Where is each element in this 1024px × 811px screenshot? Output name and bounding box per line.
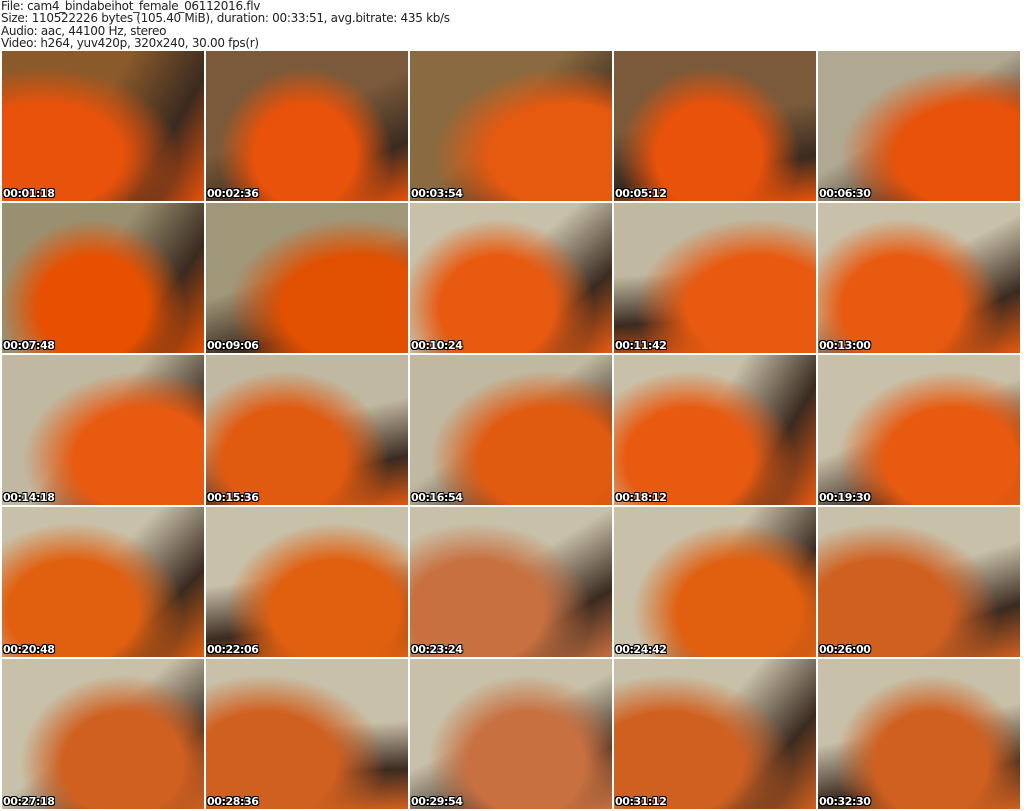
video-thumbnail[interactable]: 00:19:30 (818, 355, 1020, 505)
video-thumbnail[interactable]: 00:22:06 (206, 507, 408, 657)
video-thumbnail[interactable]: 00:07:48 (2, 203, 204, 353)
thumbnail-timestamp: 00:19:30 (819, 491, 871, 504)
thumbnail-timestamp: 00:32:30 (819, 795, 871, 808)
video-thumbnail[interactable]: 00:01:18 (2, 51, 204, 201)
video-thumbnail[interactable]: 00:13:00 (818, 203, 1020, 353)
thumbnail-timestamp: 00:11:42 (615, 339, 667, 352)
video-info: Video: h264, yuv420p, 320x240, 30.00 fps… (1, 35, 259, 50)
thumbnail-timestamp: 00:26:00 (819, 643, 871, 656)
thumbnail-timestamp: 00:10:24 (411, 339, 463, 352)
video-thumbnail[interactable]: 00:24:42 (614, 507, 816, 657)
video-thumbnail[interactable]: 00:14:18 (2, 355, 204, 505)
thumbnail-timestamp: 00:13:00 (819, 339, 871, 352)
video-thumbnail[interactable]: 00:06:30 (818, 51, 1020, 201)
video-thumbnail[interactable]: 00:29:54 (410, 659, 612, 809)
video-thumbnail[interactable]: 00:31:12 (614, 659, 816, 809)
video-thumbnail[interactable]: 00:26:00 (818, 507, 1020, 657)
video-thumbnail[interactable]: 00:11:42 (614, 203, 816, 353)
thumbnail-timestamp: 00:06:30 (819, 187, 871, 200)
video-thumbnail[interactable]: 00:03:54 (410, 51, 612, 201)
video-thumbnail[interactable]: 00:02:36 (206, 51, 408, 201)
video-thumbnail[interactable]: 00:16:54 (410, 355, 612, 505)
thumbnail-timestamp: 00:29:54 (411, 795, 463, 808)
thumbnail-timestamp: 00:07:48 (3, 339, 55, 352)
video-thumbnail[interactable]: 00:09:06 (206, 203, 408, 353)
thumbnail-timestamp: 00:03:54 (411, 187, 463, 200)
video-thumbnail[interactable]: 00:20:48 (2, 507, 204, 657)
thumbnail-timestamp: 00:24:42 (615, 643, 667, 656)
thumbnail-timestamp: 00:09:06 (207, 339, 259, 352)
thumbnail-timestamp: 00:22:06 (207, 643, 259, 656)
video-thumbnail[interactable]: 00:27:18 (2, 659, 204, 809)
thumbnail-timestamp: 00:27:18 (3, 795, 55, 808)
file-info-header: File: cam4_bindabeihot_female_06112016.f… (1, 0, 450, 49)
thumbnail-timestamp: 00:20:48 (3, 643, 55, 656)
video-thumbnail[interactable]: 00:28:36 (206, 659, 408, 809)
video-thumbnail[interactable]: 00:05:12 (614, 51, 816, 201)
video-thumbnail[interactable]: 00:23:24 (410, 507, 612, 657)
file-size-duration: Size: 110522226 bytes (105.40 MiB), dura… (1, 11, 450, 26)
thumbnail-timestamp: 00:15:36 (207, 491, 259, 504)
video-thumbnail[interactable]: 00:32:30 (818, 659, 1020, 809)
thumbnail-timestamp: 00:16:54 (411, 491, 463, 504)
thumbnail-timestamp: 00:23:24 (411, 643, 463, 656)
thumbnail-timestamp: 00:02:36 (207, 187, 259, 200)
video-thumbnail[interactable]: 00:18:12 (614, 355, 816, 505)
thumbnail-grid: 00:01:18 00:02:36 00:03:54 00:05:12 00:06:30… (2, 51, 1020, 809)
thumbnail-timestamp: 00:01:18 (3, 187, 55, 200)
thumbnail-timestamp: 00:18:12 (615, 491, 667, 504)
thumbnail-timestamp: 00:31:12 (615, 795, 667, 808)
thumbnail-timestamp: 00:28:36 (207, 795, 259, 808)
thumbnail-timestamp: 00:05:12 (615, 187, 667, 200)
thumbnail-timestamp: 00:14:18 (3, 491, 55, 504)
video-thumbnail[interactable]: 00:10:24 (410, 203, 612, 353)
video-thumbnail[interactable]: 00:15:36 (206, 355, 408, 505)
